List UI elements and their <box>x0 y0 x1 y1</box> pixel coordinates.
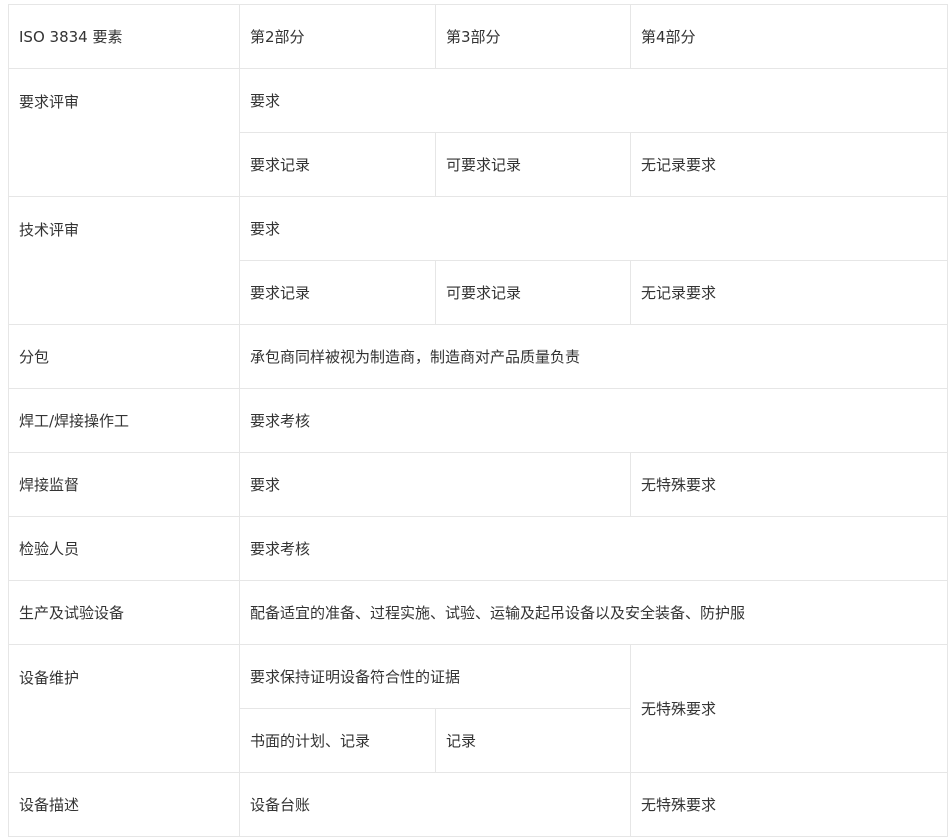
table-row: 设备维护 要求保持证明设备符合性的证据 无特殊要求 <box>8 644 948 773</box>
table-row: 技术评审 要求 <box>8 196 948 325</box>
cell-contract-review-part3: 可要求记录 <box>435 132 631 197</box>
row-label-contract-review: 要求评审 <box>8 68 240 197</box>
iso3834-requirements-table: ISO 3834 要素 第2部分 第3部分 第4部分 要求评审 要求 要求记录 … <box>8 4 948 837</box>
cell-design-review-part2: 要求记录 <box>239 260 436 325</box>
cell-welding-coordination-part4: 无特殊要求 <box>630 452 948 517</box>
cell-description-part2-3: 设备台账 <box>239 772 631 837</box>
row-label-inspection-personnel: 检验人员 <box>8 516 240 581</box>
table-row: 生产及试验设备 配备适宜的准备、过程实施、试验、运输及起吊设备以及安全装备、防护… <box>8 580 948 645</box>
cell-design-review-part4: 无记录要求 <box>630 260 948 325</box>
row-label-subcontracting: 分包 <box>8 324 240 389</box>
row-label-maintenance: 设备维护 <box>8 644 240 773</box>
cell-maintenance-part4: 无特殊要求 <box>630 644 948 773</box>
row-label-description: 设备描述 <box>8 772 240 837</box>
cell-subcontracting-value: 承包商同样被视为制造商，制造商对产品质量负责 <box>239 324 948 389</box>
table-row: 要求评审 要求 <box>8 68 948 197</box>
cell-equipment-value: 配备适宜的准备、过程实施、试验、运输及起吊设备以及安全装备、防护服 <box>239 580 948 645</box>
cell-maintenance-part2: 书面的计划、记录 <box>239 708 436 773</box>
cell-welding-coordination-part2-3: 要求 <box>239 452 631 517</box>
table-row: 焊接监督 要求 无特殊要求 <box>8 452 948 517</box>
cell-design-review-requirement: 要求 <box>239 196 948 261</box>
row-label-welding-coordination: 焊接监督 <box>8 452 240 517</box>
cell-maintenance-requirement: 要求保持证明设备符合性的证据 <box>239 644 631 709</box>
cell-contract-review-part2: 要求记录 <box>239 132 436 197</box>
header-part4: 第4部分 <box>630 4 948 69</box>
cell-contract-review-part4: 无记录要求 <box>630 132 948 197</box>
header-element: ISO 3834 要素 <box>8 4 240 69</box>
header-part2: 第2部分 <box>239 4 436 69</box>
cell-welders-value: 要求考核 <box>239 388 948 453</box>
row-label-welders: 焊工/焊接操作工 <box>8 388 240 453</box>
cell-inspection-personnel-value: 要求考核 <box>239 516 948 581</box>
table-row: 分包 承包商同样被视为制造商，制造商对产品质量负责 <box>8 324 948 389</box>
table-row: 检验人员 要求考核 <box>8 516 948 581</box>
cell-maintenance-part3: 记录 <box>435 708 631 773</box>
table-row: 焊工/焊接操作工 要求考核 <box>8 388 948 453</box>
table-header-row: ISO 3834 要素 第2部分 第3部分 第4部分 <box>8 4 948 69</box>
cell-description-part4: 无特殊要求 <box>630 772 948 837</box>
cell-contract-review-requirement: 要求 <box>239 68 948 133</box>
row-label-equipment: 生产及试验设备 <box>8 580 240 645</box>
row-label-design-review: 技术评审 <box>8 196 240 325</box>
table-row: 设备描述 设备台账 无特殊要求 <box>8 772 948 837</box>
header-part3: 第3部分 <box>435 4 631 69</box>
cell-design-review-part3: 可要求记录 <box>435 260 631 325</box>
